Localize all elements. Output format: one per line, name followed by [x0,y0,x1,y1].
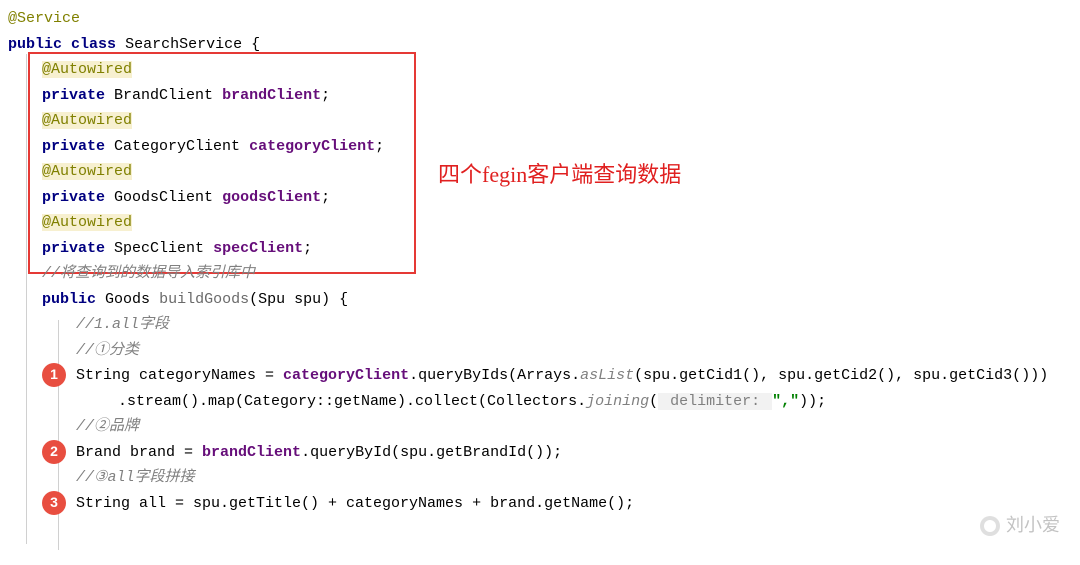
paren: ( [649,393,658,410]
field-type: CategoryClient [114,138,240,155]
code-line: @Service [8,6,1072,32]
step-bullet-1: 1 [42,363,66,387]
comment: //1.all字段 [8,312,169,338]
field-type: SpecClient [114,240,204,257]
kw-private: private [42,138,105,155]
watermark-text: 刘小爱 [1006,510,1060,541]
kw-private: private [42,87,105,104]
code-line: 3 String all = spu.getTitle() + category… [8,491,1072,517]
field-type: BrandClient [114,87,213,104]
param-name: spu [294,291,321,308]
code-text: String all = spu.getTitle() + categoryNa… [76,495,634,512]
code-text: String categoryNames = [76,367,283,384]
field-ref: categoryClient [283,367,409,384]
kw-public: public [8,36,62,53]
param-hint: delimiter: [658,393,772,410]
comment: //将查询到的数据导入索引库中 [8,261,255,287]
code-line: @Autowired [8,210,1072,236]
code-line: public class SearchService { [8,32,1072,58]
code-text: (spu.getCid1(), spu.getCid2(), spu.getCi… [634,367,1048,384]
code-line: 2 Brand brand = brandClient.queryById(sp… [8,440,1072,466]
field-type: GoodsClient [114,189,213,206]
step-bullet-2: 2 [42,440,66,464]
field-name: goodsClient [222,189,321,206]
field-name: specClient [213,240,303,257]
param-type: Spu [258,291,285,308]
static-call: asList [580,367,634,384]
comment: //①分类 [8,338,139,364]
brace: { [251,36,260,53]
kw-public: public [42,291,96,308]
kw-class: class [71,36,116,53]
field-name: categoryClient [249,138,375,155]
code-line: private SpecClient specClient; [8,236,1072,262]
annotation-autowired: @Autowired [42,112,132,129]
code-line: @Autowired [8,57,1072,83]
semicolon: ; [303,240,312,257]
code-line: //③all字段拼接 [8,465,1072,491]
code-line: //1.all字段 [8,312,1072,338]
comment: //③all字段拼接 [8,465,194,491]
comment: //②品牌 [8,414,139,440]
code-text: )); [799,393,826,410]
code-line: @Autowired [8,108,1072,134]
semicolon: ; [375,138,384,155]
class-name: SearchService [125,36,242,53]
semicolon: ; [321,189,330,206]
kw-private: private [42,189,105,206]
watermark: 刘小爱 [980,510,1060,541]
method-name: buildGoods [159,291,249,308]
annotation-autowired: @Autowired [42,61,132,78]
field-ref: brandClient [202,444,301,461]
highlight-label: 四个fegin客户端查询数据 [438,156,681,193]
code-line: //①分类 [8,338,1072,364]
code-line: public Goods buildGoods(Spu spu) { [8,287,1072,313]
string-literal: "," [772,393,799,410]
code-text: Brand brand = [76,444,202,461]
annotation-service: @Service [8,10,80,27]
wechat-icon [980,516,1000,536]
code-text: .stream().map(Category::getName).collect… [118,393,586,410]
semicolon: ; [321,87,330,104]
annotation-autowired: @Autowired [42,163,132,180]
step-bullet-3: 3 [42,491,66,515]
code-line: 1 String categoryNames = categoryClient.… [8,363,1072,389]
return-type: Goods [105,291,150,308]
kw-private: private [42,240,105,257]
code-text: .queryById(spu.getBrandId()); [301,444,562,461]
code-text: .queryByIds(Arrays. [409,367,580,384]
brace: { [339,291,348,308]
static-call: joining [586,393,649,410]
code-line: .stream().map(Category::getName).collect… [8,389,1072,415]
code-line: //将查询到的数据导入索引库中 [8,261,1072,287]
code-line: //②品牌 [8,414,1072,440]
field-name: brandClient [222,87,321,104]
annotation-autowired: @Autowired [42,214,132,231]
code-line: private BrandClient brandClient; [8,83,1072,109]
